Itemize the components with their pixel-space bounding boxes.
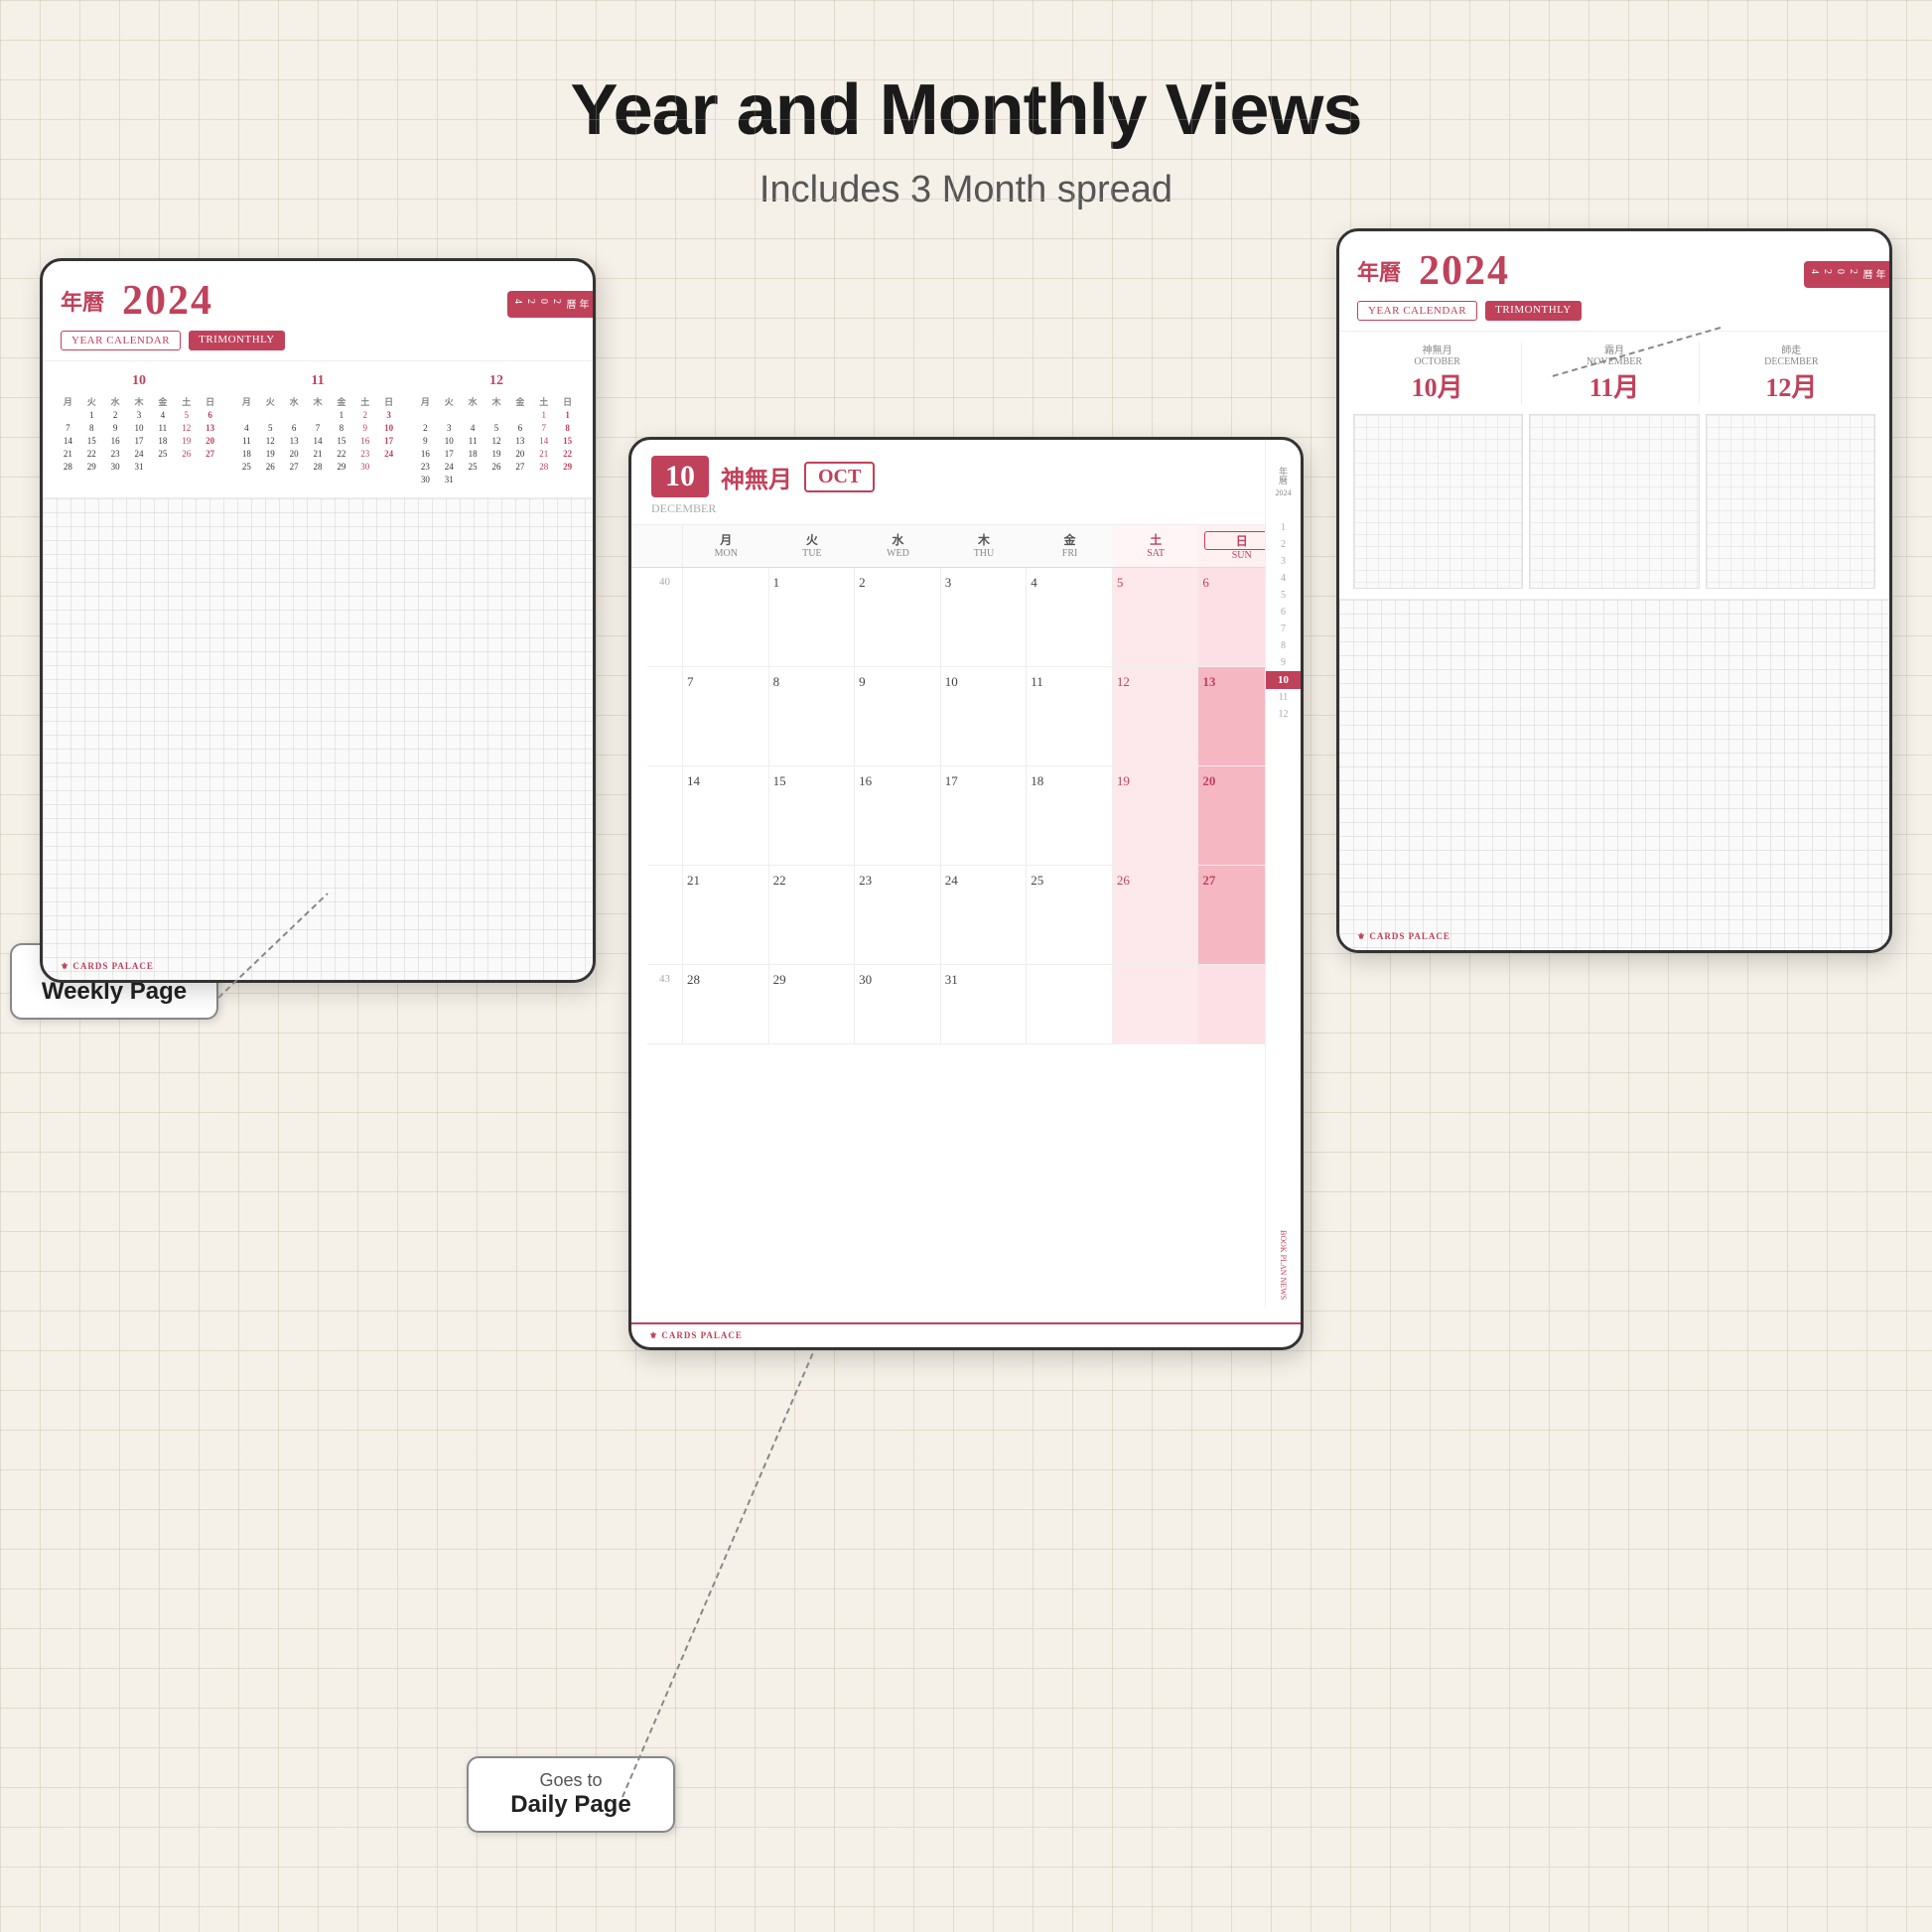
tri-nov: 霜月 NOVEMBER 11月 [1530, 342, 1699, 404]
page-subtitle: Includes 3 Month spread [0, 169, 1932, 211]
small-cal-11: 11 月 火 水 木 金 土 日 1 2 [235, 373, 400, 485]
month-kanji: 神無月 [721, 460, 792, 494]
tooltip-daily-small: Goes to [488, 1770, 653, 1791]
tri-oct: 神無月 OCTOBER 10月 [1353, 342, 1522, 404]
right-tablet: 年曆 2024 YEAR CALENDAR TRIMONTHLY 年曆2024 … [1336, 228, 1892, 953]
left-year: 2024 [122, 277, 213, 325]
right-year: 2024 [1419, 247, 1510, 295]
month-en: OCT [804, 462, 875, 492]
small-calendars: 10 月 火 水 木 金 土 日 1 2 3 4 5 [43, 361, 593, 497]
right-note-area [1339, 599, 1889, 950]
tri-col-2 [1529, 414, 1699, 589]
left-tab-year[interactable]: YEAR CALENDAR [61, 331, 181, 350]
small-cal-10: 10 月 火 水 木 金 土 日 1 2 3 4 5 [57, 373, 221, 485]
tri-col-3 [1706, 414, 1875, 589]
page-title: Year and Monthly Views [0, 0, 1932, 151]
left-side-tab: 年曆2024 [507, 291, 593, 318]
tri-months-header: 神無月 OCTOBER 10月 霜月 NOVEMBER 11月 師走 DECEM… [1339, 332, 1889, 414]
tooltip-daily-large: Daily Page [488, 1791, 653, 1819]
right-nav-col: 年曆 2024 [1265, 440, 1301, 524]
left-note-area [43, 497, 593, 980]
week-row-5: 43 28 29 30 31 [647, 965, 1285, 1044]
month-number: 10 [651, 456, 709, 497]
monthly-col-headers: 月 MON 火 TUE 水 WED 木 THU 金 FRI 土 SAT [631, 525, 1301, 568]
left-tablet: 年曆 2024 YEAR CALENDAR TRIMONTHLY 年曆2024 … [40, 258, 596, 983]
tri-dec: 師走 DECEMBER 12月 [1708, 342, 1875, 404]
monthly-header: 10 神無月 OCT DECEMBER 年曆 2024 [631, 440, 1301, 525]
small-cal-12: 12 月 火 水 木 金 土 日 1 [414, 373, 579, 485]
right-branding: ⚜ CARDS PALACE [1357, 931, 1450, 942]
tri-col-1 [1353, 414, 1523, 589]
week-row-3: 14 15 16 17 18 19 20 [647, 766, 1285, 866]
tooltip-daily-page[interactable]: Goes to Daily Page [467, 1756, 675, 1833]
right-side-strip: 1 2 3 4 5 6 7 8 9 10 11 12 BOOK PLAN NEW… [1265, 519, 1301, 1308]
week-row-1: 40 1 2 3 4 5 6 [647, 568, 1285, 667]
left-kanji: 年曆 [61, 285, 104, 317]
month-sub: DECEMBER [651, 501, 1281, 516]
tri-grid [1339, 414, 1889, 599]
monthly-grid: 40 1 2 3 4 5 6 7 8 9 10 11 12 13 [631, 568, 1301, 1322]
center-branding: ⚜ CARDS PALACE [631, 1322, 1301, 1347]
left-branding: ⚜ CARDS PALACE [61, 961, 154, 972]
week-row-2: 7 8 9 10 11 12 13 [647, 667, 1285, 766]
left-tab-tri[interactable]: TRIMONTHLY [189, 331, 285, 350]
center-tablet: 10 神無月 OCT DECEMBER 年曆 2024 月 MON 火 TUE [628, 437, 1304, 1350]
right-kanji: 年曆 [1357, 255, 1401, 287]
week-row-4: 21 22 23 24 25 26 27 [647, 866, 1285, 965]
right-tab-tri[interactable]: TRIMONTHLY [1485, 301, 1582, 321]
right-side-tab: 年曆2024 [1804, 261, 1889, 288]
right-tab-year[interactable]: YEAR CALENDAR [1357, 301, 1477, 321]
